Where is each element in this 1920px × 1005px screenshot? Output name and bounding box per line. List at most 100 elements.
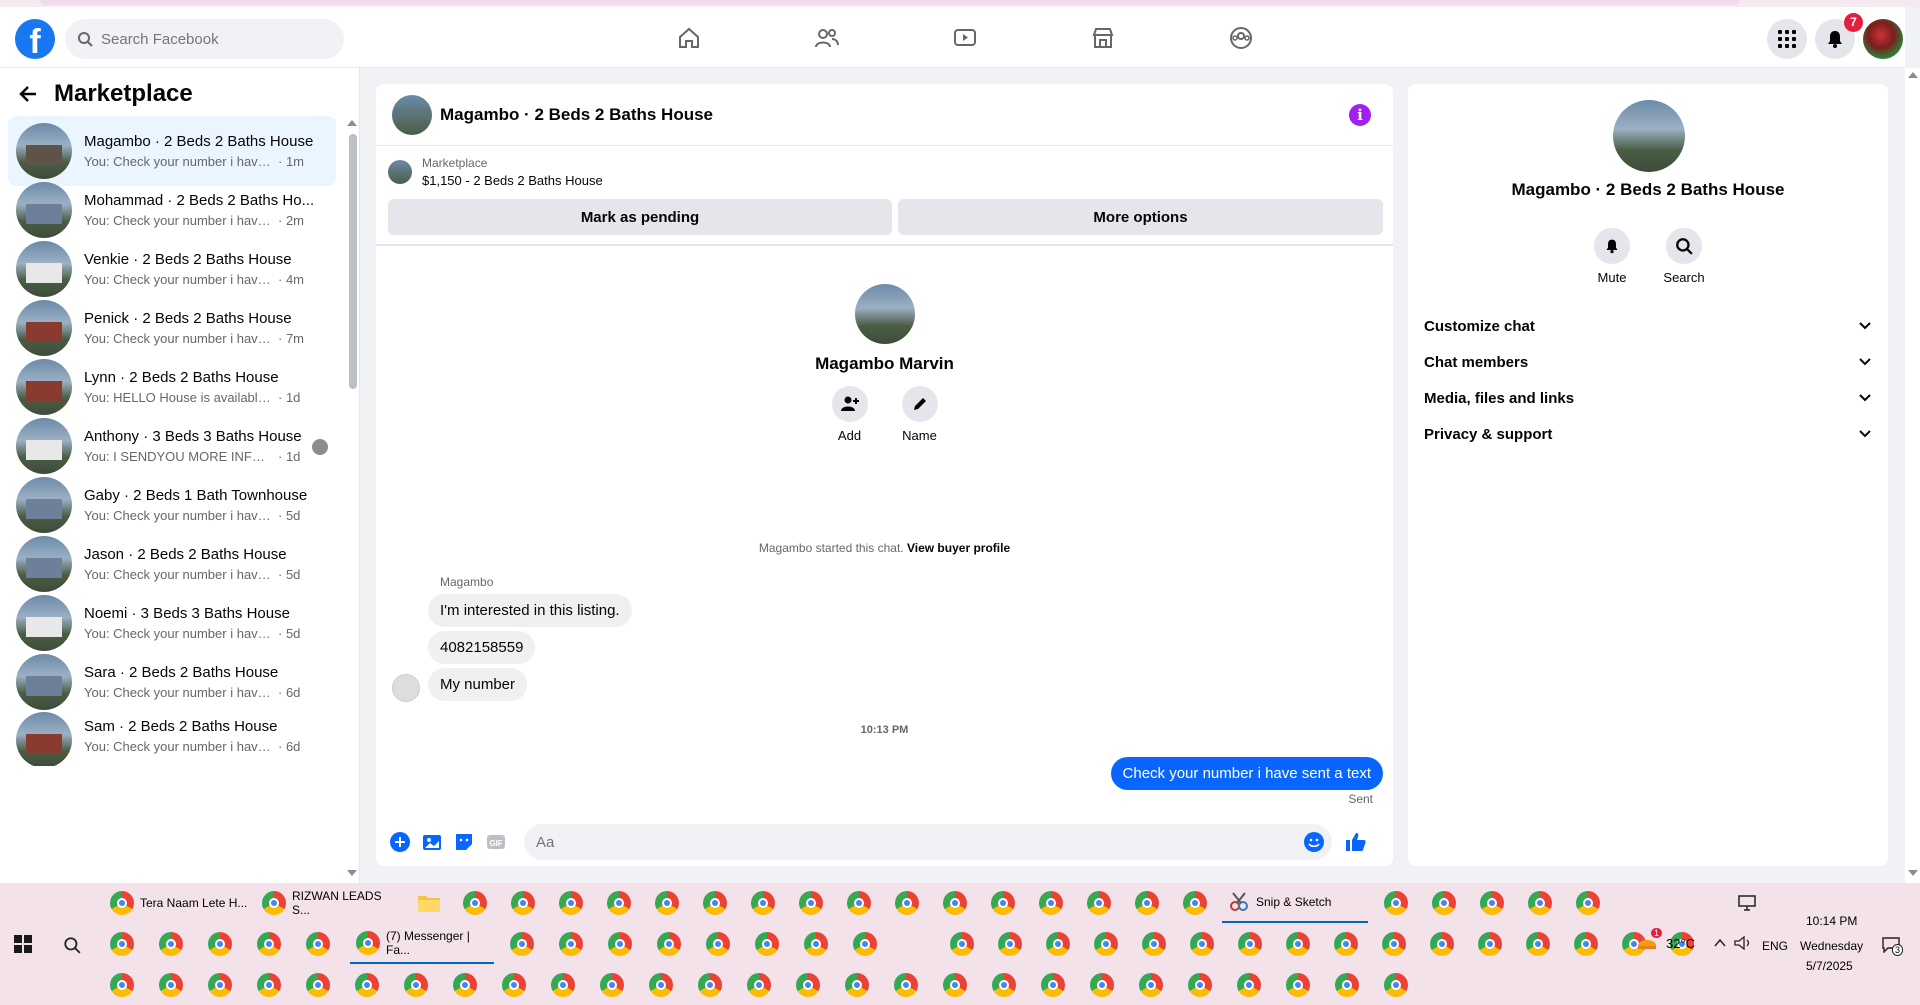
nav-watch[interactable]	[896, 15, 1034, 61]
speaker-icon[interactable]	[1734, 936, 1752, 950]
search-icon[interactable]	[63, 936, 81, 954]
taskbar-chrome-window[interactable]	[751, 891, 775, 915]
scroll-up-arrow[interactable]	[347, 120, 357, 126]
taskbar-chrome-window[interactable]	[847, 891, 871, 915]
notification-center[interactable]: 3	[1882, 937, 1904, 958]
chevron-up-icon[interactable]	[1714, 938, 1726, 948]
clock-date[interactable]: 5/7/2025	[1806, 959, 1853, 973]
taskbar-chrome-window[interactable]	[1432, 891, 1456, 915]
sender-avatar[interactable]	[392, 674, 420, 702]
taskbar-chrome-window[interactable]	[657, 932, 681, 956]
taskbar-chrome-window[interactable]	[804, 932, 828, 956]
nav-groups[interactable]	[1172, 15, 1310, 61]
taskbar-chrome-window[interactable]	[1382, 932, 1406, 956]
mute-button[interactable]: Mute	[1594, 228, 1630, 285]
taskbar-chrome-window[interactable]	[799, 891, 823, 915]
taskbar-file-explorer[interactable]	[412, 883, 442, 923]
taskbar-chrome-window[interactable]	[306, 932, 330, 956]
info-icon[interactable]: i	[1349, 104, 1371, 126]
nav-marketplace[interactable]	[1034, 15, 1172, 61]
gif-button[interactable]: GIF	[480, 826, 512, 858]
clock-day[interactable]: Wednesday	[1800, 939, 1863, 953]
taskbar-chrome-window[interactable]	[1237, 973, 1261, 997]
taskbar-chrome-window[interactable]	[502, 973, 526, 997]
sent-message[interactable]: Check your number i have sent a text	[1110, 757, 1383, 790]
taskbar-chrome-window[interactable]	[559, 891, 583, 915]
search-input[interactable]	[101, 30, 321, 48]
message-input-box[interactable]	[524, 824, 1332, 860]
taskbar-chrome-window[interactable]	[894, 973, 918, 997]
taskbar-chrome-window[interactable]	[649, 973, 673, 997]
chat-title[interactable]: Magambo · 2 Beds 2 Baths House	[440, 105, 713, 125]
taskbar-chrome-window[interactable]	[208, 932, 232, 956]
taskbar-chrome-window[interactable]	[110, 932, 134, 956]
taskbar-chrome-window[interactable]	[257, 932, 281, 956]
taskbar-chrome-window[interactable]	[703, 891, 727, 915]
received-message[interactable]: I'm interested in this listing.	[428, 594, 632, 627]
nav-home[interactable]	[620, 15, 758, 61]
taskbar-chrome-window[interactable]	[559, 932, 583, 956]
conversation-list-scrollbar[interactable]	[349, 134, 357, 389]
taskbar-chrome-window[interactable]	[706, 932, 730, 956]
facebook-logo[interactable]: f	[15, 19, 55, 59]
taskbar-chrome-window[interactable]	[1190, 932, 1214, 956]
taskbar-chrome-window[interactable]	[1090, 973, 1114, 997]
taskbar-chrome-window[interactable]	[950, 932, 974, 956]
taskbar-chrome-window[interactable]	[1528, 891, 1552, 915]
taskbar-chrome-window[interactable]	[607, 891, 631, 915]
taskbar-chrome-window[interactable]	[992, 973, 1016, 997]
like-button[interactable]	[1340, 826, 1372, 858]
mark-as-pending-button[interactable]: Mark as pending	[388, 199, 892, 235]
privacy-support-section[interactable]: Privacy & support	[1424, 412, 1872, 456]
taskbar-chrome-window[interactable]	[853, 932, 877, 956]
taskbar-chrome-window[interactable]	[600, 973, 624, 997]
name-button[interactable]: Name	[901, 386, 938, 443]
taskbar-chrome-window[interactable]	[1135, 891, 1159, 915]
buyer-avatar[interactable]	[854, 284, 915, 344]
taskbar-chrome-window[interactable]	[1478, 932, 1502, 956]
taskbar-chrome-window[interactable]	[355, 973, 379, 997]
taskbar-chrome-window[interactable]	[1526, 932, 1550, 956]
taskbar-chrome-window[interactable]	[796, 973, 820, 997]
taskbar-chrome-window[interactable]	[453, 973, 477, 997]
view-buyer-profile-link[interactable]: View buyer profile	[907, 541, 1010, 555]
menu-button[interactable]	[1767, 19, 1807, 59]
chat-avatar[interactable]	[392, 94, 432, 135]
more-options-button[interactable]: More options	[898, 199, 1383, 235]
search-chat-button[interactable]: Search	[1663, 228, 1705, 285]
taskbar-chrome-window[interactable]	[1384, 891, 1408, 915]
taskbar-chrome-window[interactable]	[1142, 932, 1166, 956]
taskbar-chrome-window[interactable]	[463, 891, 487, 915]
more-actions-button[interactable]	[384, 826, 416, 858]
page-scrollbar[interactable]	[1905, 68, 1920, 883]
taskbar-chrome-window[interactable]	[1286, 932, 1310, 956]
taskbar-chrome-window[interactable]	[991, 891, 1015, 915]
taskbar-chrome-window[interactable]	[1094, 932, 1118, 956]
taskbar-chrome-window[interactable]	[511, 891, 535, 915]
taskbar-chrome-window[interactable]	[845, 973, 869, 997]
account-avatar[interactable]	[1863, 19, 1903, 59]
desktop-icon[interactable]	[1738, 895, 1756, 911]
weather-widget[interactable]: 1 32°C	[1636, 928, 1695, 952]
taskbar-chrome-window[interactable]	[1087, 891, 1111, 915]
taskbar-chrome-window[interactable]	[510, 932, 534, 956]
taskbar-chrome-window[interactable]	[257, 973, 281, 997]
taskbar-chrome-window[interactable]	[998, 932, 1022, 956]
received-message[interactable]: My number	[428, 668, 528, 701]
taskbar-chrome-window[interactable]	[1188, 973, 1212, 997]
taskbar-chrome-window[interactable]	[1334, 932, 1358, 956]
taskbar-chrome-window[interactable]	[1238, 932, 1262, 956]
taskbar-chrome-window[interactable]	[1041, 973, 1065, 997]
taskbar-chrome-window[interactable]	[1183, 891, 1207, 915]
listing-summary[interactable]: Marketplace $1,150 - 2 Beds 2 Baths Hous…	[388, 156, 603, 188]
taskbar-chrome-window[interactable]	[1576, 891, 1600, 915]
taskbar-chrome-window[interactable]	[159, 932, 183, 956]
taskbar-chrome-window[interactable]	[1046, 932, 1070, 956]
taskbar-chrome-window[interactable]	[755, 932, 779, 956]
taskbar-chrome-window[interactable]	[698, 973, 722, 997]
taskbar-chrome-window[interactable]	[159, 973, 183, 997]
taskbar-chrome-window[interactable]	[1335, 973, 1359, 997]
taskbar-chrome-window[interactable]	[404, 973, 428, 997]
emoji-icon[interactable]	[1302, 830, 1326, 854]
taskbar-window-snip-sketch[interactable]: Snip & Sketch	[1222, 883, 1368, 923]
